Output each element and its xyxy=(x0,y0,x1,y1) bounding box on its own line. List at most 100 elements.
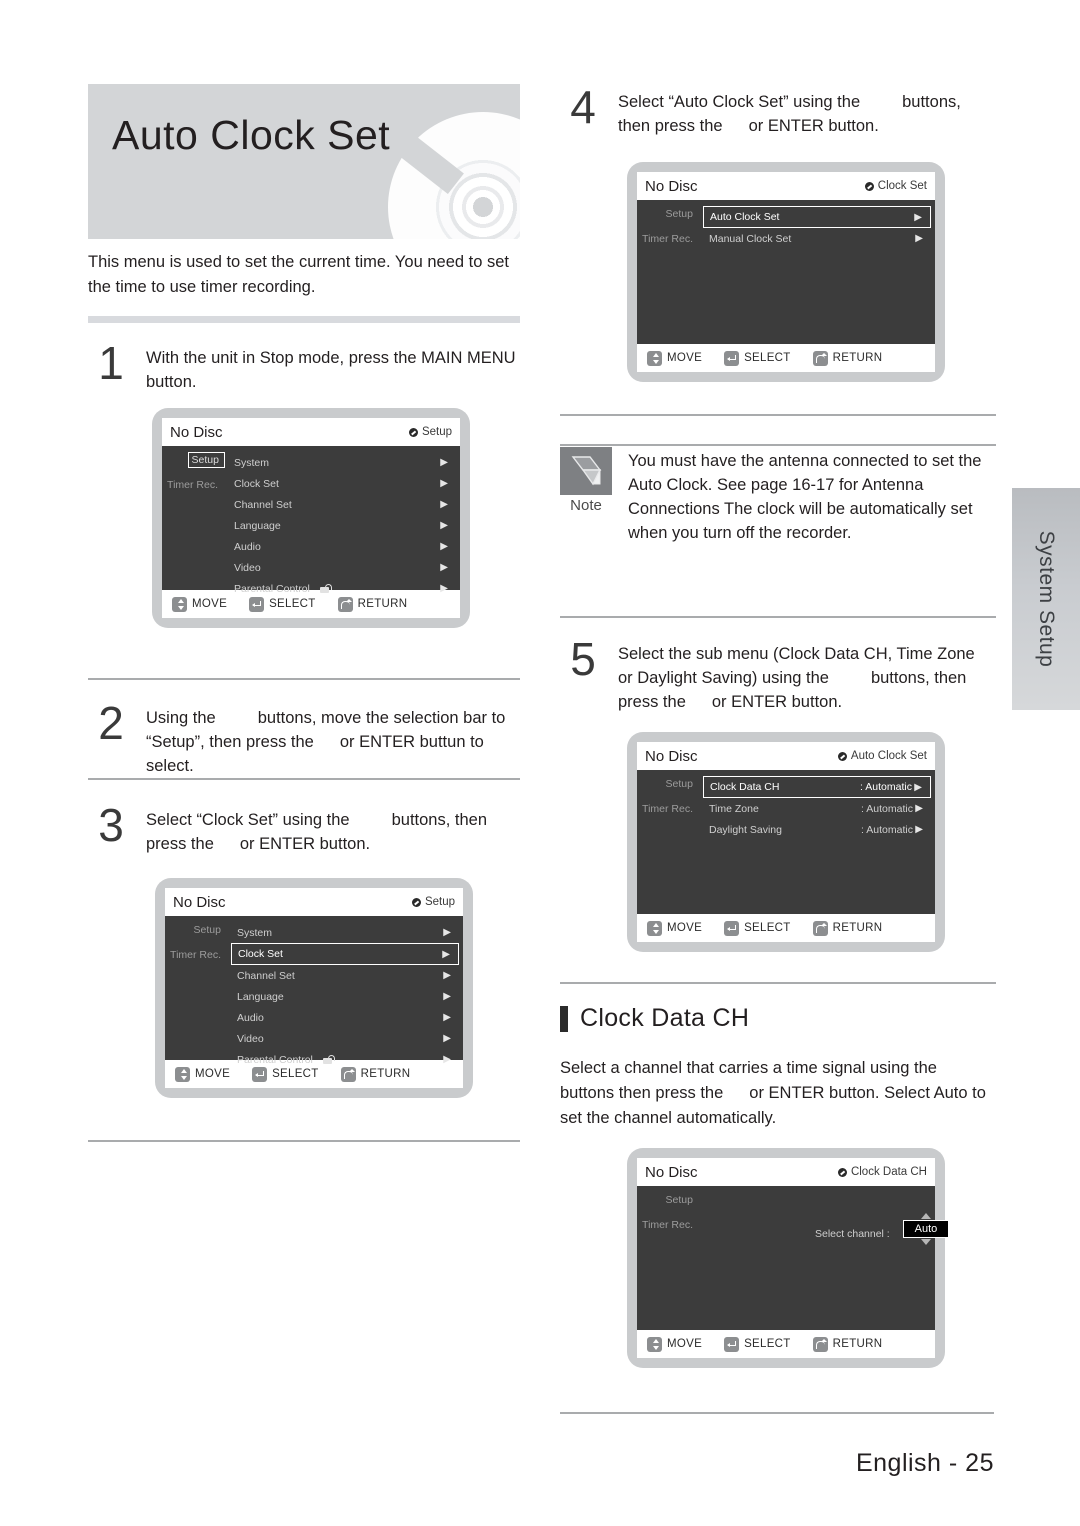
osd4-label-manual-clock-set: Manual Clock Set xyxy=(709,232,792,245)
osd3-foot-move[interactable]: MOVE xyxy=(175,1066,231,1082)
enter-select-icon xyxy=(724,350,740,366)
osd1-header: No Disc Setup xyxy=(162,418,460,446)
osd3-row-clock-set[interactable]: Clock Set ▶ xyxy=(231,943,459,965)
section-bar xyxy=(560,1005,568,1032)
osd4-foot-move[interactable]: MOVE xyxy=(647,350,702,366)
setup-dot-icon xyxy=(408,427,418,437)
osd4-sidebar-setup[interactable]: Setup xyxy=(662,206,699,222)
note-block: Note You must have the antenna connected… xyxy=(560,447,996,577)
osd5-row-daylight-saving[interactable]: Daylight Saving : Automatic ▶ xyxy=(703,819,931,840)
disc-notch xyxy=(387,126,464,195)
spinner-up-arrow-icon[interactable] xyxy=(921,1213,931,1219)
osd4-foot-return[interactable]: RETURN xyxy=(812,350,883,366)
chevron-right-icon: ▶ xyxy=(915,803,923,814)
padlock-open-icon xyxy=(319,584,332,593)
osd3-sidebar-timer-rec[interactable]: Timer Rec. xyxy=(166,947,227,963)
padlock-open-icon xyxy=(322,1055,335,1064)
page-footer: English - 25 xyxy=(855,1449,994,1477)
osd5-label-time-zone: Time Zone xyxy=(709,802,759,815)
osd3-row-video[interactable]: Video ▶ xyxy=(231,1028,459,1049)
osd4-header: No Disc Clock Set xyxy=(637,172,935,200)
divider-left-4 xyxy=(88,1140,520,1142)
step-3-text-after: or ENTER button. xyxy=(239,835,371,853)
chevron-right-icon: ▶ xyxy=(440,499,448,510)
osd1-sidebar-timer-rec[interactable]: Timer Rec. xyxy=(163,477,224,493)
osd1-row-clock-set[interactable]: Clock Set ▶ xyxy=(228,473,456,494)
osd5-disc-status: No Disc xyxy=(645,747,698,765)
osd4-row-manual-clock-set[interactable]: Manual Clock Set ▶ xyxy=(703,228,931,249)
step-2-text: Using the buttons, move the selection bar… xyxy=(146,706,520,778)
osd5-foot-select[interactable]: SELECT xyxy=(724,920,791,936)
osd3-breadcrumb-label: Setup xyxy=(424,896,455,908)
osd5-footer: MOVE SELECT RETURN xyxy=(637,914,935,942)
side-tab-label: System Setup xyxy=(1035,530,1058,668)
enter-select-icon xyxy=(724,1336,740,1352)
channel-spinner[interactable]: Auto xyxy=(903,1213,949,1245)
osd3-foot-move-label: MOVE xyxy=(195,1068,231,1080)
osd3-row-channel-set[interactable]: Channel Set ▶ xyxy=(231,965,459,986)
osd1-row-parental-control[interactable]: Parental Control ▶ xyxy=(228,578,456,599)
osd4-foot-select[interactable]: SELECT xyxy=(724,350,791,366)
return-arrow-icon xyxy=(337,596,353,612)
osd1-row-audio[interactable]: Audio ▶ xyxy=(228,536,456,557)
osd1-row-system[interactable]: System ▶ xyxy=(228,452,456,473)
osd4-label-auto-clock-set: Auto Clock Set xyxy=(710,211,780,223)
spinner-value[interactable]: Auto xyxy=(903,1220,949,1238)
osd1-sidebar: Setup Timer Rec. xyxy=(162,446,225,590)
osd3-row-audio[interactable]: Audio ▶ xyxy=(231,1007,459,1028)
setup-dot-icon xyxy=(837,1167,847,1177)
osd6-sidebar-timer-rec[interactable]: Timer Rec. xyxy=(638,1217,699,1233)
osd5-sidebar-setup[interactable]: Setup xyxy=(662,776,699,792)
osd1-label-system: System xyxy=(234,456,270,469)
setup-dot-icon xyxy=(837,751,847,761)
osd6-foot-move[interactable]: MOVE xyxy=(647,1336,703,1352)
osd3-row-system[interactable]: System ▶ xyxy=(231,922,459,943)
osd1-sidebar-setup[interactable]: Setup xyxy=(187,452,225,468)
osd6-content: Select channel : Auto xyxy=(699,1186,949,1330)
osd3-disc-status: No Disc xyxy=(173,893,226,911)
osd4-footer: MOVE SELECT RETURN xyxy=(637,344,935,372)
chevron-right-icon: ▶ xyxy=(443,927,451,938)
osd5-row-clock-data-ch[interactable]: Clock Data CH : Automatic ▶ xyxy=(703,776,931,798)
osd6-foot-move-label: MOVE xyxy=(667,1338,703,1350)
osd5-foot-return[interactable]: RETURN xyxy=(812,920,883,936)
osd1-row-video[interactable]: Video ▶ xyxy=(228,557,456,578)
osd5-row-time-zone[interactable]: Time Zone : Automatic ▶ xyxy=(703,798,931,819)
section-title: Clock Data CH xyxy=(580,1004,750,1032)
osd6-foot-return[interactable]: RETURN xyxy=(812,1336,883,1352)
osd1-disc-status: No Disc xyxy=(170,423,223,441)
osd4-breadcrumb: Clock Set xyxy=(864,180,927,192)
osd1-foot-move[interactable]: MOVE xyxy=(172,596,227,612)
osd3-label-clock-set: Clock Set xyxy=(238,948,283,960)
osd1-row-language[interactable]: Language ▶ xyxy=(228,515,456,536)
hero-banner: Auto Clock Set xyxy=(88,84,520,239)
osd1-label-clock-set: Clock Set xyxy=(234,477,279,490)
osd5-foot-move-label: MOVE xyxy=(667,922,703,934)
osd6-disc-status: No Disc xyxy=(645,1163,698,1181)
divider-right-1 xyxy=(560,414,996,416)
osd4-breadcrumb-label: Clock Set xyxy=(877,180,927,192)
intro-paragraph: This menu is used to set the current tim… xyxy=(88,253,509,296)
chevron-right-icon: ▶ xyxy=(440,478,448,489)
osd5-sidebar-timer-rec[interactable]: Timer Rec. xyxy=(638,801,699,817)
osd6-sidebar-setup[interactable]: Setup xyxy=(662,1192,699,1208)
divider-left-1 xyxy=(88,316,520,323)
move-updown-icon xyxy=(647,1336,662,1352)
step-5-text: Select the sub menu (Clock Data CH, Time… xyxy=(618,642,992,714)
osd4-sidebar-timer-rec[interactable]: Timer Rec. xyxy=(638,231,699,247)
step-3-number: 3 xyxy=(98,799,124,851)
osd6-breadcrumb-label: Clock Data CH xyxy=(850,1166,927,1178)
divider-right-4 xyxy=(560,982,996,984)
osd6-select-channel-label: Select channel : xyxy=(815,1228,890,1240)
osd5-list: Clock Data CH : Automatic ▶ Time Zone : … xyxy=(699,770,935,914)
note-label: Note xyxy=(570,497,602,514)
osd3-row-language[interactable]: Language ▶ xyxy=(231,986,459,1007)
osd4-row-auto-clock-set[interactable]: Auto Clock Set ▶ xyxy=(703,206,931,228)
footer-divider xyxy=(560,1412,994,1414)
osd5-foot-move[interactable]: MOVE xyxy=(647,920,703,936)
osd6-foot-select[interactable]: SELECT xyxy=(724,1336,791,1352)
osd1-row-channel-set[interactable]: Channel Set ▶ xyxy=(228,494,456,515)
enter-select-icon xyxy=(252,1066,268,1082)
spinner-down-arrow-icon[interactable] xyxy=(921,1239,931,1245)
osd3-sidebar-setup[interactable]: Setup xyxy=(190,922,227,938)
